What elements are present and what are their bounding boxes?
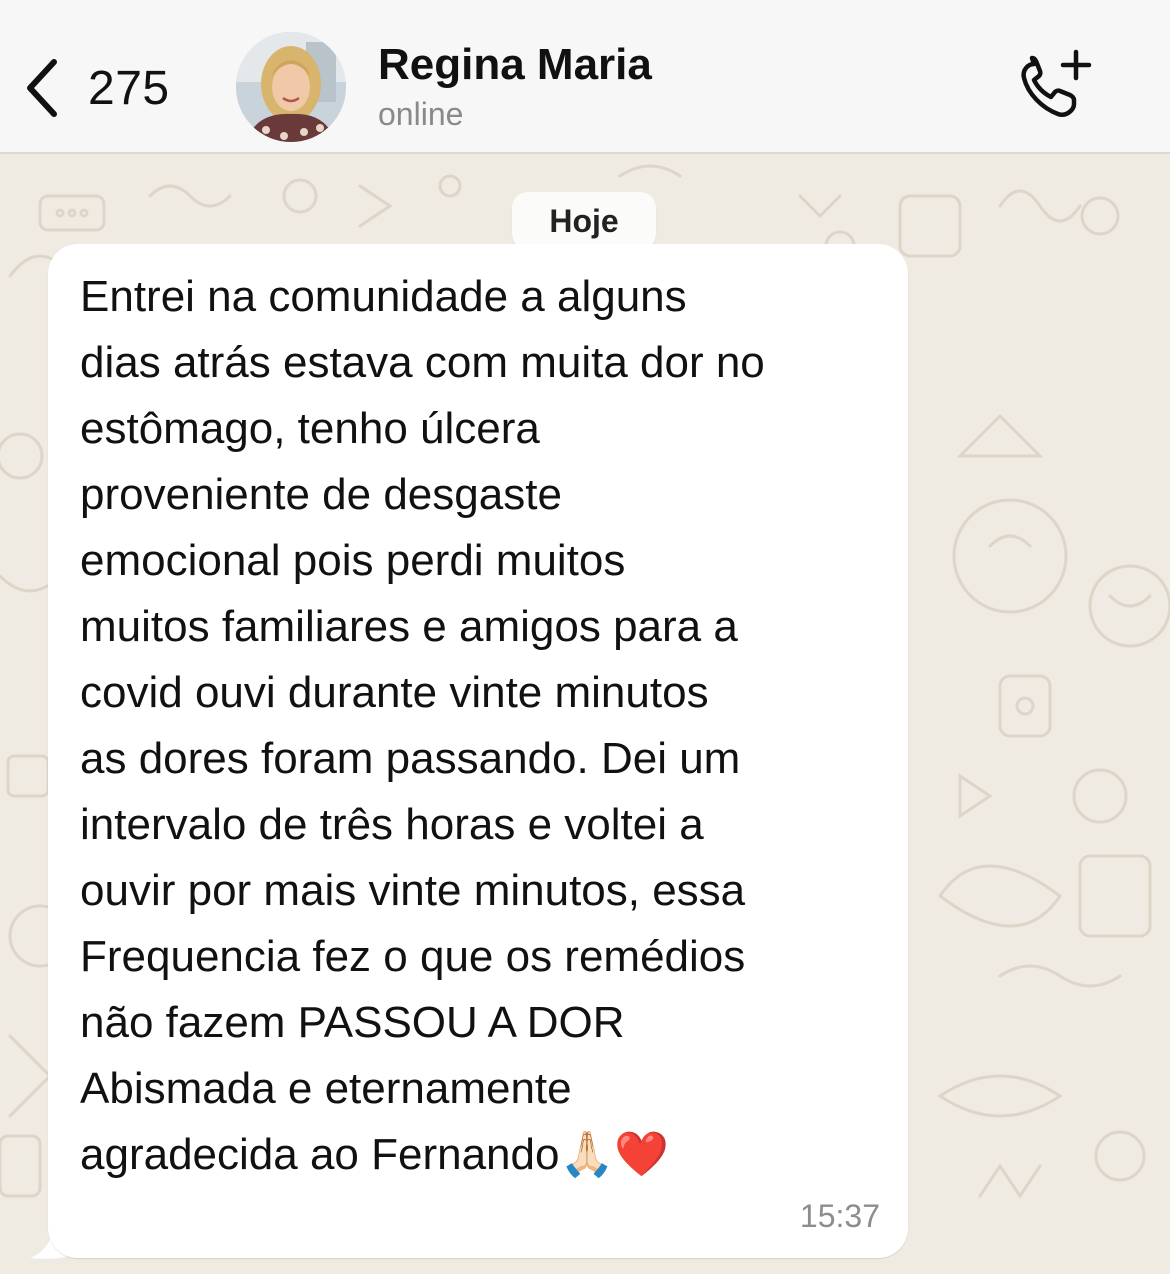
avatar[interactable] [236, 32, 346, 142]
message-emojis: 🙏🏻❤️ [559, 1129, 670, 1180]
back-button[interactable]: 275 [18, 48, 188, 128]
add-call-button[interactable] [1012, 46, 1096, 126]
contact-name[interactable]: Regina Maria [378, 40, 652, 90]
unread-count: 275 [88, 61, 170, 115]
message-body: Entrei na comunidade a alguns dias atrás… [80, 272, 765, 1179]
message-text: Entrei na comunidade a alguns dias atrás… [80, 264, 890, 1188]
contact-status: online [378, 96, 464, 132]
date-separator: Hoje [512, 192, 656, 250]
chevron-left-icon [27, 59, 57, 117]
add-call-icon [1021, 49, 1092, 117]
chat-header: 275 Regina Maria online [0, 0, 1170, 154]
message-timestamp: 15:37 [799, 1198, 880, 1234]
